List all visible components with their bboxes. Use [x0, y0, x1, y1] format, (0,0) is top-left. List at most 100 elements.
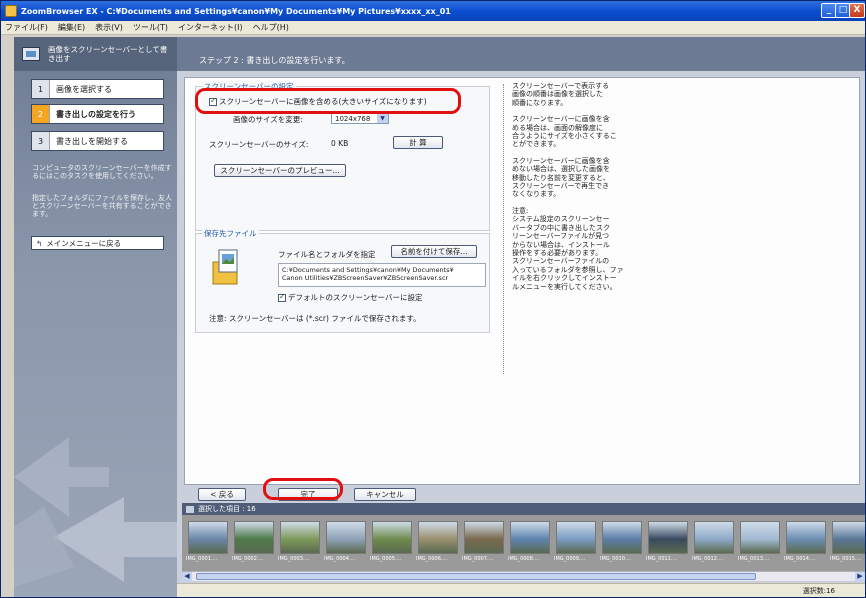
thumbnail-caption: IMG_0015....: [830, 556, 862, 562]
thumbnail-item[interactable]: IMG_0005....: [370, 519, 414, 563]
thumbnail-item[interactable]: IMG_0012....: [692, 519, 736, 563]
step-number: 1: [32, 80, 50, 98]
menu-tools[interactable]: ツール(T): [133, 22, 168, 33]
thumbnail-item[interactable]: IMG_0015....: [830, 519, 865, 563]
step-start-export[interactable]: 3 書き出しを開始する: [31, 131, 164, 151]
thumbnail-item[interactable]: IMG_0010....: [600, 519, 644, 563]
step-label: 書き出しの設定を行う: [56, 109, 136, 119]
thumbnail-item[interactable]: IMG_0002....: [232, 519, 276, 563]
scroll-left-icon[interactable]: ◀: [182, 572, 192, 581]
thumbnail-caption: IMG_0013....: [738, 556, 770, 562]
thumbnail-item[interactable]: IMG_0001....: [186, 519, 230, 563]
step-number: 3: [32, 132, 50, 150]
scroll-right-icon[interactable]: ▶: [855, 572, 865, 581]
main-panel: ステップ 2 : 書き出しの設定を行います。 スクリーンセーバーの設定 スクリー…: [177, 37, 865, 597]
thumbnail-item[interactable]: IMG_0013....: [738, 519, 782, 563]
calculate-button[interactable]: 計 算: [393, 136, 443, 149]
thumbnail-caption: IMG_0011....: [646, 556, 678, 562]
thumbnail-caption: IMG_0002....: [232, 556, 264, 562]
save-path-field[interactable]: C:¥Documents and Settings¥canon¥My Docum…: [278, 263, 486, 287]
thumbnail-item[interactable]: IMG_0009....: [554, 519, 598, 563]
step-export-settings[interactable]: 2 書き出しの設定を行う: [31, 104, 164, 124]
help-note: スクリーンセーバーで表示する 画像の順番は画像を選択した 順番になります。: [512, 82, 610, 107]
cancel-button[interactable]: キャンセル: [354, 488, 416, 501]
thumbnail-strip[interactable]: IMG_0001.... IMG_0002.... IMG_0003.... IMG_…: [182, 515, 865, 571]
chevron-down-icon[interactable]: ▼: [377, 114, 388, 123]
thumbnail-item[interactable]: IMG_0006....: [416, 519, 460, 563]
task-sidebar: 画像をスクリーンセーバーとして書き出す 1 画像を選択する 2 書き出しの設定を…: [14, 37, 177, 597]
thumbnail-caption: IMG_0001....: [186, 556, 218, 562]
step-label: 画像を選択する: [56, 84, 112, 94]
highlight-finish-button: [263, 478, 343, 500]
save-note: 注意: スクリーンセーバーは (*.scr) ファイルで保存されます。: [209, 314, 421, 323]
preview-screensaver-button[interactable]: スクリーンセーバーのプレビュー...: [214, 164, 346, 177]
sidebar-description: コンピュータのスクリーンセーバーを作成するにはこのタスクを使用してください。: [32, 164, 172, 180]
step-select-images[interactable]: 1 画像を選択する: [31, 79, 164, 99]
thumbnail-caption: IMG_0010....: [600, 556, 632, 562]
back-to-main-menu-label: メインメニューに戻る: [46, 238, 122, 248]
scroll-thumb[interactable]: [196, 573, 756, 580]
size-label: スクリーンセーバーのサイズ:: [209, 140, 309, 149]
thumbnail-image: [510, 521, 550, 554]
window-title: ZoomBrowser EX - C:¥Documents and Settin…: [21, 6, 451, 16]
set-default-label: デフォルトのスクリーンセーバーに設定: [288, 293, 423, 302]
thumbnail-caption: IMG_0004....: [324, 556, 356, 562]
thumbnail-image: [326, 521, 366, 554]
set-default-checkbox[interactable]: [278, 292, 286, 302]
thumbnail-item[interactable]: IMG_0008....: [508, 519, 552, 563]
title-bar[interactable]: ZoomBrowser EX - C:¥Documents and Settin…: [1, 1, 865, 21]
thumbnail-image: [372, 521, 412, 554]
thumbnail-image: [786, 521, 826, 554]
divider: [503, 84, 504, 374]
save-path-line2: Canon Utilities¥ZBScreenSaver¥ZBScreenSa…: [282, 274, 449, 282]
selected-items-header: 選択した項目 : 16: [182, 503, 865, 515]
folder-file-icon: [212, 249, 238, 285]
thumbnail-image: [188, 521, 228, 554]
help-note: スクリーンセーバーに画像を含 めない場合は、選択した画像を 移動したり名前を変更…: [512, 156, 610, 199]
menu-help[interactable]: ヘルプ(H): [253, 22, 289, 33]
thumbnail-scrollbar[interactable]: ◀ ▶: [182, 571, 865, 581]
size-value: 0 KB: [331, 139, 349, 148]
help-notes: スクリーンセーバーで表示する 画像の順番は画像を選択した 順番になります。 スク…: [512, 82, 662, 299]
thumbnail-caption: IMG_0006....: [416, 556, 448, 562]
save-path-line1: C:¥Documents and Settings¥canon¥My Docum…: [282, 266, 454, 274]
resize-label: 画像のサイズを変更:: [233, 115, 303, 124]
menu-file[interactable]: ファイル(F): [5, 22, 48, 33]
thumbnail-image: [648, 521, 688, 554]
status-bar: 選択数:16: [177, 583, 865, 597]
resize-select[interactable]: 1024x768 ▼: [331, 113, 389, 124]
thumbnail-image: [694, 521, 734, 554]
filename-label: ファイル名とフォルダを指定: [278, 250, 376, 259]
close-button[interactable]: X: [849, 3, 865, 18]
back-button[interactable]: < 戻る: [198, 488, 246, 501]
step-number: 2: [32, 105, 50, 123]
set-default-option[interactable]: デフォルトのスクリーンセーバーに設定: [278, 292, 423, 303]
thumbnail-item[interactable]: IMG_0014....: [784, 519, 828, 563]
thumbnail-image: [602, 521, 642, 554]
sidebar-description-2: 指定したフォルダにファイルを保存し、友人とスクリーンセーバーを共有することができ…: [32, 194, 172, 218]
menu-edit[interactable]: 編集(E): [58, 22, 85, 33]
save-as-button[interactable]: 名前を付けて保存...: [391, 245, 477, 258]
thumbnail-caption: IMG_0007....: [462, 556, 494, 562]
thumbnail-image: [740, 521, 780, 554]
thumbnail-item[interactable]: IMG_0007....: [462, 519, 506, 563]
back-to-main-menu-button[interactable]: ↰ メインメニューに戻る: [31, 236, 164, 250]
thumbnail-item[interactable]: IMG_0004....: [324, 519, 368, 563]
menu-internet[interactable]: インターネット(I): [178, 22, 243, 33]
thumbnail-item[interactable]: IMG_0003....: [278, 519, 322, 563]
menu-view[interactable]: 表示(V): [95, 22, 123, 33]
application-window: ZoomBrowser EX - C:¥Documents and Settin…: [0, 0, 866, 598]
thumbnail-image: [464, 521, 504, 554]
thumbnail-caption: IMG_0014....: [784, 556, 816, 562]
thumbnail-caption: IMG_0003....: [278, 556, 310, 562]
thumbnail-image: [418, 521, 458, 554]
sidebar-header: 画像をスクリーンセーバーとして書き出す: [14, 37, 177, 71]
settings-content: スクリーンセーバーの設定 スクリーンセーバーに画像を含める(大きいサイズになりま…: [184, 77, 860, 485]
app-icon: [5, 5, 17, 17]
thumbnail-caption: IMG_0012....: [692, 556, 724, 562]
highlight-include-images: [195, 88, 461, 114]
thumbnail-item[interactable]: IMG_0011....: [646, 519, 690, 563]
thumbnail-image: [234, 521, 274, 554]
selected-items-label: 選択した項目 : 16: [198, 505, 256, 513]
thumbnail-image: [832, 521, 865, 554]
